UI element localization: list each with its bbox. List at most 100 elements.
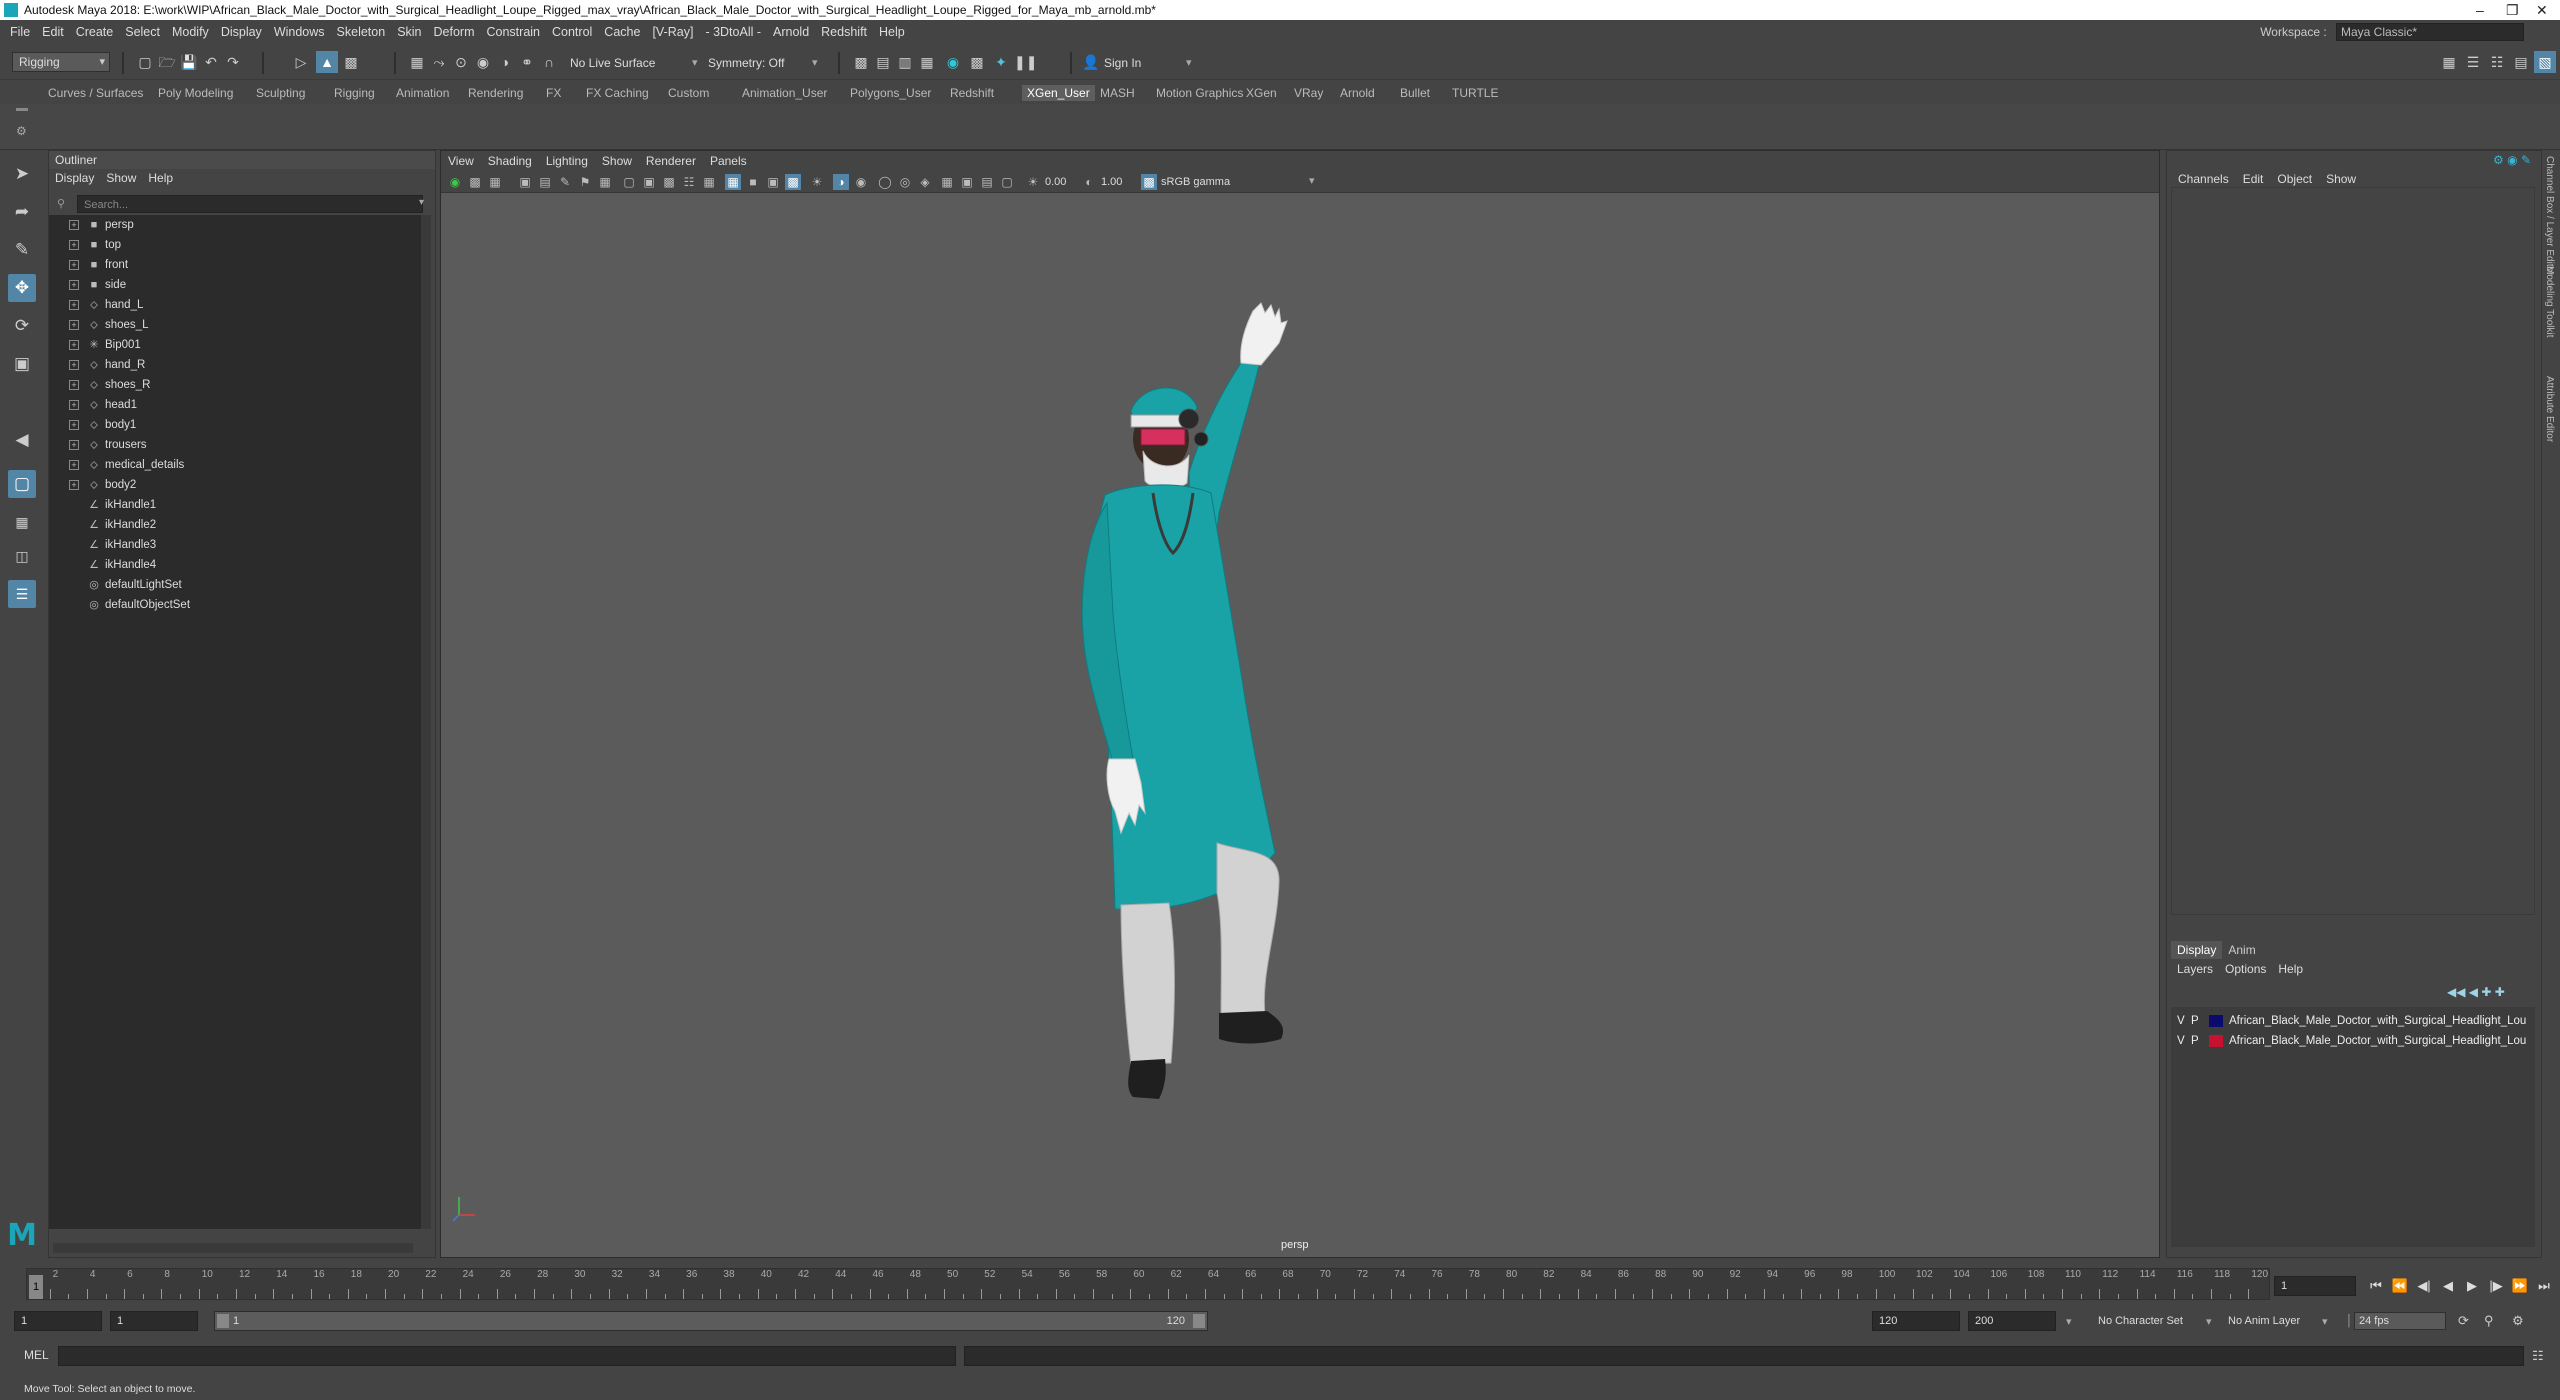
layer-playback-toggle[interactable]: P: [2191, 1031, 2199, 1051]
symmetry-chevron-down-icon[interactable]: ▾: [812, 56, 818, 69]
undo-icon[interactable]: ↶: [200, 51, 222, 73]
outliner-item-hand-l[interactable]: + ⬦ hand_L: [49, 295, 423, 315]
range-start-handle[interactable]: [217, 1314, 229, 1328]
expand-icon[interactable]: +: [69, 320, 79, 330]
outliner-item-medical-details[interactable]: + ⬦ medical_details: [49, 455, 423, 475]
menu-windows[interactable]: Windows: [268, 20, 331, 44]
range-end-handle[interactable]: [1193, 1314, 1205, 1328]
outliner-item-ikhandle3[interactable]: ∠ ikHandle3: [49, 535, 423, 555]
menu-constrain[interactable]: Constrain: [481, 20, 547, 44]
outliner-horizontal-scrollbar[interactable]: [53, 1243, 413, 1253]
field-chart-icon[interactable]: ☷: [681, 174, 697, 190]
close-button[interactable]: ✕: [2536, 0, 2548, 20]
menu-cache[interactable]: Cache: [598, 20, 646, 44]
exposure-icon[interactable]: ☀: [1025, 174, 1041, 190]
outliner-item-trousers[interactable]: + ⬦ trousers: [49, 435, 423, 455]
playback-end-field[interactable]: 120: [1872, 1311, 1960, 1331]
live-surface-label[interactable]: No Live Surface: [570, 56, 655, 70]
image-plane-icon[interactable]: ▣: [517, 174, 533, 190]
hypershade-icon[interactable]: ◉: [942, 51, 964, 73]
select-object-icon[interactable]: ▲: [316, 51, 338, 73]
persp-outliner-layout-icon[interactable]: ◫: [8, 542, 36, 570]
expand-icon[interactable]: +: [69, 240, 79, 250]
timeline-bar[interactable]: 2 4 6 8 10 12 14 16 18 20 22 24 26 28 30 32 34 36 38 40 42 44…: [26, 1268, 2270, 1300]
magnet-icon[interactable]: ∩: [538, 51, 560, 73]
current-time-marker[interactable]: 1: [29, 1275, 43, 1299]
bookmark-flag-icon[interactable]: ⚑: [577, 174, 593, 190]
snap-curve-icon[interactable]: ⤳: [428, 51, 450, 73]
outliner-item-persp[interactable]: + ■ persp: [49, 215, 423, 235]
range-slider-bar[interactable]: 1 120: [214, 1311, 1208, 1331]
menu-modify[interactable]: Modify: [166, 20, 215, 44]
shelf-tab-sculpting[interactable]: Sculpting: [256, 85, 305, 101]
outliner-item-shoes-r[interactable]: + ⬦ shoes_R: [49, 375, 423, 395]
expand-icon[interactable]: +: [69, 440, 79, 450]
menu-create[interactable]: Create: [70, 20, 120, 44]
expand-icon[interactable]: +: [69, 360, 79, 370]
shelf-tab-vray[interactable]: VRay: [1294, 85, 1323, 101]
render-settings-icon[interactable]: ▩: [850, 51, 872, 73]
attribute-editor-icon[interactable]: ☰: [2462, 51, 2484, 73]
ipr-render-icon[interactable]: ▥: [894, 51, 916, 73]
shelf-tab-turtle[interactable]: TURTLE: [1452, 85, 1498, 101]
outliner-menu-display[interactable]: Display: [49, 169, 100, 187]
layer-visibility-toggle[interactable]: V: [2177, 1031, 2185, 1051]
select-camera-icon[interactable]: ◉: [447, 174, 463, 190]
snap-view-icon[interactable]: ◉: [472, 51, 494, 73]
step-forward-frame-icon[interactable]: |▶: [2486, 1276, 2506, 1296]
character-set-chevron-down-icon[interactable]: ▾: [2206, 1315, 2212, 1328]
modeling-toolkit-icon[interactable]: ▦: [2438, 51, 2460, 73]
play-forwards-icon[interactable]: ▶: [2462, 1276, 2482, 1296]
paint-select-tool-icon[interactable]: ✎: [8, 236, 36, 264]
snap-point-icon[interactable]: ⊙: [450, 51, 472, 73]
scale-tool-icon[interactable]: ▣: [8, 350, 36, 378]
outliner-item-head1[interactable]: + ⬦ head1: [49, 395, 423, 415]
layer-visibility-toggle[interactable]: V: [2177, 1011, 2185, 1031]
expand-icon[interactable]: +: [69, 420, 79, 430]
vray-render-icon[interactable]: ✦: [990, 51, 1012, 73]
side-tab-attribute-editor[interactable]: Attribute Editor: [2544, 376, 2555, 442]
layer-color-swatch[interactable]: [2209, 1015, 2223, 1027]
pause-render-icon[interactable]: ❚❚: [1014, 51, 1037, 73]
outliner-item-defaultlightset[interactable]: ◎ defaultLightSet: [49, 575, 423, 595]
animation-start-field[interactable]: 1: [14, 1311, 102, 1331]
snap-grid-icon[interactable]: ▦: [406, 51, 428, 73]
multisample-aa-icon[interactable]: ◎: [897, 174, 913, 190]
outliner-vertical-scrollbar[interactable]: [421, 215, 431, 1229]
side-tab-channel-box-layer-editor[interactable]: Channel Box / Layer Editor: [2544, 156, 2555, 276]
mel-label[interactable]: MEL: [24, 1348, 49, 1362]
shelf-tab-fx[interactable]: FX: [546, 85, 561, 101]
outliner-item-hand-r[interactable]: + ⬦ hand_R: [49, 355, 423, 375]
expand-icon[interactable]: +: [69, 300, 79, 310]
anim-layer-chevron-down-icon[interactable]: ▾: [2322, 1315, 2328, 1328]
preferences-icon[interactable]: ⚙: [2512, 1313, 2524, 1329]
shelf-tab-rendering[interactable]: Rendering: [468, 85, 523, 101]
layer-editor-icon[interactable]: ▧: [2534, 51, 2556, 73]
restore-button[interactable]: ❐: [2506, 0, 2519, 20]
shelf-settings-gear-icon[interactable]: ⚙: [16, 124, 27, 138]
step-back-key-icon[interactable]: ⏪: [2390, 1276, 2410, 1296]
outliner-item-front[interactable]: + ■ front: [49, 255, 423, 275]
viewport-menu-view[interactable]: View: [441, 151, 481, 171]
four-view-layout-icon[interactable]: ▦: [8, 508, 36, 536]
loop-icon[interactable]: ⟳: [2458, 1313, 2469, 1329]
outliner-menu-show[interactable]: Show: [100, 169, 142, 187]
workspace-selector[interactable]: Workspace : Maya Classic*: [2260, 23, 2524, 41]
isolate-select-icon[interactable]: ▦: [939, 174, 955, 190]
backface-culling-icon[interactable]: ▢: [999, 174, 1015, 190]
menu-v-ray[interactable]: [V-Ray]: [646, 20, 699, 44]
redo-icon[interactable]: ↷: [222, 51, 244, 73]
layer-color-swatch[interactable]: [2209, 1035, 2223, 1047]
motion-blur-icon[interactable]: ◯: [877, 174, 893, 190]
expand-icon[interactable]: +: [69, 220, 79, 230]
shelf-tab-fx-caching[interactable]: FX Caching: [586, 85, 649, 101]
go-to-end-icon[interactable]: ⏭: [2534, 1276, 2554, 1296]
use-all-lights-icon[interactable]: ☀: [809, 174, 825, 190]
textured-icon[interactable]: ▩: [785, 174, 801, 190]
wireframe-on-shaded-icon[interactable]: ▣: [765, 174, 781, 190]
anim-layer-dropdown[interactable]: No Anim Layer: [2228, 1315, 2300, 1327]
symmetry-dropdown-arrow-icon[interactable]: ▾: [692, 56, 698, 69]
layer-tab-anim[interactable]: Anim: [2222, 941, 2261, 959]
render-view-icon[interactable]: ▦: [916, 51, 938, 73]
step-back-frame-icon[interactable]: ◀|: [2414, 1276, 2434, 1296]
